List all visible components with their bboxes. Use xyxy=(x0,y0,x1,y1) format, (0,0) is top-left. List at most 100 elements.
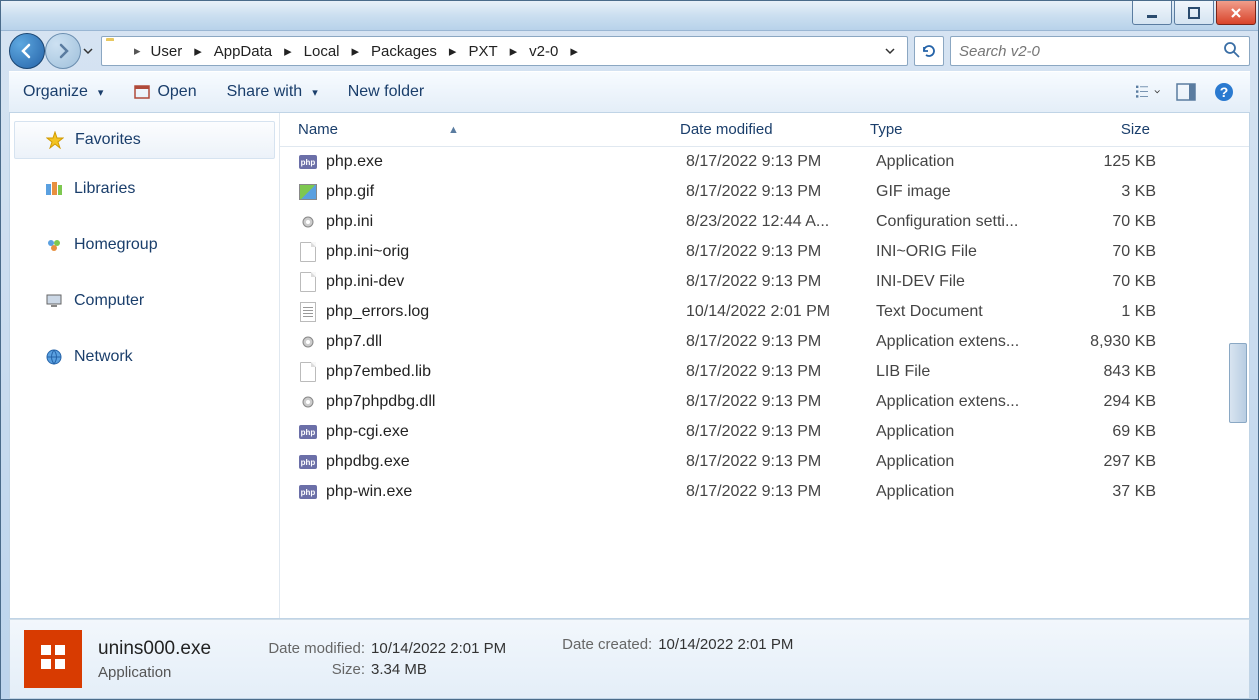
back-button[interactable] xyxy=(9,33,45,69)
details-app-icon xyxy=(24,630,82,688)
sidebar-item-favorites[interactable]: Favorites xyxy=(14,121,275,159)
file-date: 8/17/2022 9:13 PM xyxy=(686,153,876,171)
close-button[interactable] xyxy=(1216,1,1256,25)
file-type-icon xyxy=(298,392,318,412)
file-row[interactable]: php.ini8/23/2022 12:44 A...Configuration… xyxy=(280,207,1249,237)
file-list[interactable]: phpphp.exe8/17/2022 9:13 PMApplication12… xyxy=(280,147,1249,617)
search-box[interactable] xyxy=(950,36,1250,66)
window-controls xyxy=(1130,1,1258,25)
search-input[interactable] xyxy=(959,43,1223,60)
sidebar-label: Network xyxy=(74,348,133,366)
file-size: 3 KB xyxy=(1056,183,1166,201)
breadcrumb-sep-icon[interactable]: ▸ xyxy=(504,42,524,60)
forward-button[interactable] xyxy=(45,33,81,69)
address-dropdown[interactable] xyxy=(877,43,903,59)
view-icon xyxy=(1136,83,1154,101)
file-size: 125 KB xyxy=(1056,153,1166,171)
preview-pane-button[interactable] xyxy=(1174,80,1198,104)
organize-menu[interactable]: Organize xyxy=(23,83,103,101)
file-size: 843 KB xyxy=(1056,363,1166,381)
sidebar-label: Homegroup xyxy=(74,236,158,254)
sort-indicator-icon: ▲ xyxy=(448,124,459,136)
file-date: 8/17/2022 9:13 PM xyxy=(686,453,876,471)
file-row[interactable]: php.gif8/17/2022 9:13 PMGIF image3 KB xyxy=(280,177,1249,207)
file-date: 8/17/2022 9:13 PM xyxy=(686,483,876,501)
breadcrumb-segment[interactable]: Packages xyxy=(365,43,443,60)
sidebar-item-computer[interactable]: Computer xyxy=(14,283,275,319)
share-menu[interactable]: Share with xyxy=(227,83,318,101)
breadcrumb-sep-icon[interactable]: ▸ xyxy=(564,42,584,60)
details-meta2: Date created: 10/14/2022 2:01 PM xyxy=(562,636,793,653)
file-row[interactable]: php7.dll8/17/2022 9:13 PMApplication ext… xyxy=(280,327,1249,357)
help-button[interactable]: ? xyxy=(1212,80,1236,104)
file-row[interactable]: phpphpdbg.exe8/17/2022 9:13 PMApplicatio… xyxy=(280,447,1249,477)
breadcrumb-segment[interactable]: Local xyxy=(298,43,346,60)
forward-arrow-icon xyxy=(54,42,72,60)
file-type-icon xyxy=(298,362,318,382)
breadcrumb-sep-icon[interactable]: ▸ xyxy=(130,43,145,59)
file-date: 8/17/2022 9:13 PM xyxy=(686,363,876,381)
file-row[interactable]: php7embed.lib8/17/2022 9:13 PMLIB File84… xyxy=(280,357,1249,387)
file-type: LIB File xyxy=(876,363,1056,381)
svg-text:?: ? xyxy=(1220,84,1229,100)
breadcrumb-segment[interactable]: v2-0 xyxy=(523,43,564,60)
file-date: 10/14/2022 2:01 PM xyxy=(686,303,876,321)
file-type: Application extens... xyxy=(876,333,1056,351)
column-type[interactable]: Type xyxy=(870,121,1050,138)
file-row[interactable]: php.ini-dev8/17/2022 9:13 PMINI-DEV File… xyxy=(280,267,1249,297)
column-date[interactable]: Date modified xyxy=(680,121,870,138)
breadcrumb-segment[interactable]: PXT xyxy=(462,43,503,60)
file-type-icon: php xyxy=(298,452,318,472)
details-modified-value: 10/14/2022 2:01 PM xyxy=(371,640,506,657)
sidebar-item-network[interactable]: Network xyxy=(14,339,275,375)
breadcrumb-segment[interactable]: User xyxy=(145,43,189,60)
file-date: 8/23/2022 12:44 A... xyxy=(686,213,876,231)
homegroup-icon xyxy=(44,235,64,255)
file-row[interactable]: php_errors.log10/14/2022 2:01 PMText Doc… xyxy=(280,297,1249,327)
details-filetype: Application xyxy=(98,664,211,681)
file-row[interactable]: phpphp-cgi.exe8/17/2022 9:13 PMApplicati… xyxy=(280,417,1249,447)
file-date: 8/17/2022 9:13 PM xyxy=(686,333,876,351)
file-name: php.ini-dev xyxy=(326,273,686,291)
breadcrumb-segment[interactable]: AppData xyxy=(208,43,278,60)
file-name: php.gif xyxy=(326,183,686,201)
file-date: 8/17/2022 9:13 PM xyxy=(686,273,876,291)
details-filename: unins000.exe xyxy=(98,638,211,660)
maximize-button[interactable] xyxy=(1174,1,1214,25)
breadcrumb-sep-icon[interactable]: ▸ xyxy=(346,42,366,60)
file-name: php-win.exe xyxy=(326,483,686,501)
breadcrumb-sep-icon[interactable]: ▸ xyxy=(443,42,463,60)
file-type: Application xyxy=(876,453,1056,471)
breadcrumb-sep-icon[interactable]: ▸ xyxy=(188,42,208,60)
breadcrumb-sep-icon[interactable]: ▸ xyxy=(278,42,298,60)
breadcrumb[interactable]: ▸ User▸ AppData▸ Local▸ Packages▸ PXT▸ v… xyxy=(101,36,908,66)
file-row[interactable]: php7phpdbg.dll8/17/2022 9:13 PMApplicati… xyxy=(280,387,1249,417)
toolbar: Organize Open Share with New folder ? xyxy=(9,71,1250,113)
file-type: Text Document xyxy=(876,303,1056,321)
details-modified-label: Date modified: xyxy=(235,640,365,657)
column-size[interactable]: Size xyxy=(1050,121,1170,138)
new-folder-button[interactable]: New folder xyxy=(348,83,424,101)
scrollbar-thumb[interactable] xyxy=(1229,343,1247,423)
file-type-icon xyxy=(298,212,318,232)
column-name[interactable]: Name▲ xyxy=(280,121,680,138)
sidebar-item-libraries[interactable]: Libraries xyxy=(14,171,275,207)
open-button[interactable]: Open xyxy=(133,83,196,101)
sidebar-item-homegroup[interactable]: Homegroup xyxy=(14,227,275,263)
file-date: 8/17/2022 9:13 PM xyxy=(686,423,876,441)
back-arrow-icon xyxy=(18,42,36,60)
file-row[interactable]: phpphp-win.exe8/17/2022 9:13 PMApplicati… xyxy=(280,477,1249,507)
sidebar-label: Libraries xyxy=(74,180,135,198)
history-dropdown[interactable] xyxy=(81,33,95,69)
minimize-button[interactable] xyxy=(1132,1,1172,25)
refresh-button[interactable] xyxy=(914,36,944,66)
content-area: Favorites Libraries Homegroup Computer N… xyxy=(9,113,1250,619)
file-date: 8/17/2022 9:13 PM xyxy=(686,183,876,201)
file-size: 70 KB xyxy=(1056,213,1166,231)
view-menu[interactable] xyxy=(1136,80,1160,104)
file-row[interactable]: php.ini~orig8/17/2022 9:13 PMINI~ORIG Fi… xyxy=(280,237,1249,267)
file-type-icon: php xyxy=(298,482,318,502)
sidebar: Favorites Libraries Homegroup Computer N… xyxy=(10,113,280,618)
file-row[interactable]: phpphp.exe8/17/2022 9:13 PMApplication12… xyxy=(280,147,1249,177)
search-icon[interactable] xyxy=(1223,41,1241,62)
